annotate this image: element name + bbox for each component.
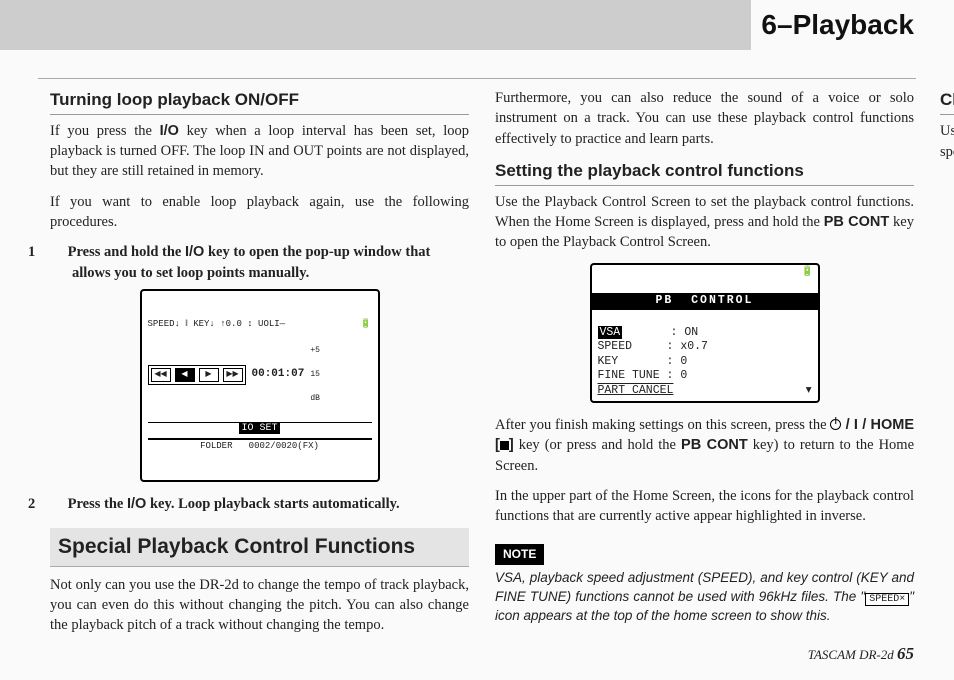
chapter-title: 6–Playback <box>751 0 954 50</box>
lcd-row-vsa-label: VSA <box>598 326 623 339</box>
io-key-label: I/O <box>127 496 146 512</box>
pbcont-key-label: PB CONT <box>681 437 748 453</box>
lcd-home-screen: SPEED↓ ‖ KEY↓ ↑0.0 ↕ UOLI—🔋 ◀◀◀ ▶▶▶ 00:0… <box>140 289 380 482</box>
loop-para-2: If you want to enable loop playback agai… <box>50 192 469 233</box>
speed-para-1: Use the SPEED item to set the speed of p… <box>940 121 954 163</box>
note-label: NOTE <box>495 544 544 565</box>
header-rule <box>38 78 916 79</box>
io-key-label: I/O <box>185 244 204 260</box>
setting-para-2: After you finish making settings on this… <box>495 415 914 476</box>
setting-para-3: In the upper part of the Home Screen, th… <box>495 486 914 527</box>
special-para-1: Not only can you use the DR-2d to change… <box>50 575 469 636</box>
lcd-row-key-label: KEY <box>598 355 619 368</box>
page-content: Turning loop playback ON/OFF If you pres… <box>50 88 914 640</box>
speedx-icon: SPEED× <box>865 593 909 606</box>
lcd-row-fine-label: FINE TUNE <box>598 369 660 382</box>
heading-changing-speed: Changing the speed <box>940 88 954 115</box>
lcd-row-part-label: PART CANCEL <box>598 384 674 397</box>
io-key-label: I/O <box>160 123 179 139</box>
footer-brand: TASCAM DR-2d <box>808 647 897 662</box>
heading-special-functions: Special Playback Control Functions <box>50 528 469 566</box>
heading-loop-onoff: Turning loop playback ON/OFF <box>50 88 469 115</box>
lcd-row-speed-label: SPEED <box>598 340 633 353</box>
step-2: 2 Press the I/O key. Loop playback start… <box>50 494 469 514</box>
header-band: 6–Playback <box>0 0 954 50</box>
step-1: 1 Press and hold the I/O key to open the… <box>50 242 469 283</box>
footer-page-number: 65 <box>897 644 914 663</box>
pbcont-key-label: PB CONT <box>824 214 889 230</box>
special-para-2: Furthermore, you can also reduce the sou… <box>495 88 914 149</box>
note-text: VSA, playback speed adjustment (SPEED), … <box>495 569 914 626</box>
lcd-pb-control: PB CONTROL🔋 VSA : ON SPEED : x0.7 KEY : … <box>590 263 820 403</box>
heading-setting-pb: Setting the playback control functions <box>495 159 914 186</box>
page-footer: TASCAM DR-2d 65 <box>808 642 914 666</box>
loop-para-1: If you press the I/O key when a loop int… <box>50 121 469 182</box>
power-icon <box>830 419 841 430</box>
stop-icon <box>500 441 509 450</box>
setting-para-1: Use the Playback Control Screen to set t… <box>495 192 914 253</box>
